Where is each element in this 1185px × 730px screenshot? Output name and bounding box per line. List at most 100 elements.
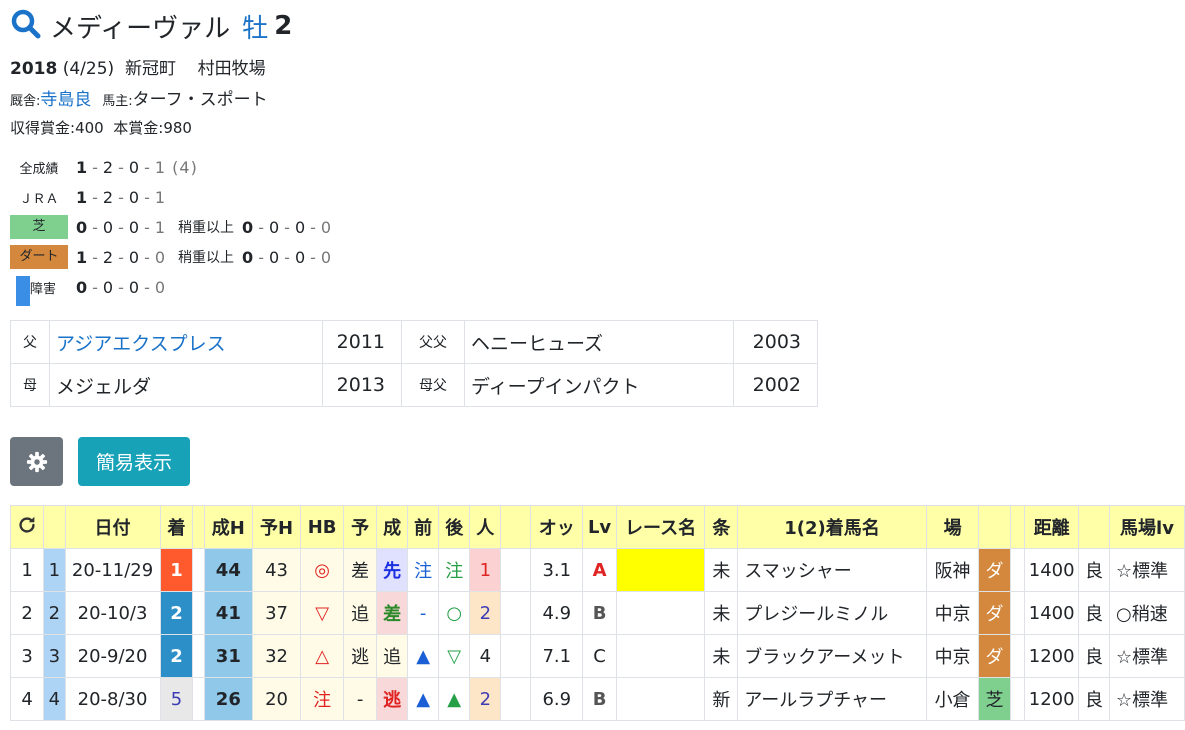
table-row[interactable]: 4 4 20-8/30 5 26 20 注 - 逃 ▲ ▲ 2 6.9 B 新 … (9, 677, 1185, 721)
record-3rd: 0 (128, 277, 141, 297)
record-values: 1-2-0-0 (76, 247, 167, 267)
hb-mark: 注 (300, 677, 345, 721)
record-row-dirt: ダート 1-2-0-0 稍重以上 0-0-0-0 (10, 243, 332, 271)
speed-index: 44 (203, 548, 253, 592)
col-header-pred[interactable]: 予 (343, 505, 378, 549)
race-date[interactable]: 20-9/20 (64, 634, 161, 678)
heavy-other: 0 (320, 217, 333, 237)
record-2nd: 0 (102, 217, 115, 237)
col-header-date[interactable]: 日付 (64, 505, 161, 549)
spacer-cell (500, 677, 532, 721)
front-mark: ▲ (407, 677, 440, 721)
course: 阪神 (925, 548, 980, 592)
race-name[interactable] (615, 548, 706, 592)
winner-name[interactable]: プレジールミノル (737, 591, 927, 635)
sire-link[interactable]: アジアエクスプレス (56, 333, 226, 355)
race-date[interactable]: 20-8/30 (64, 677, 161, 721)
record-3rd: 0 (128, 157, 141, 177)
dirt-label: ダート (10, 245, 68, 269)
run-style: 先 (376, 548, 409, 592)
col-header-pop[interactable]: 人 (469, 505, 502, 549)
popularity: 2 (469, 591, 502, 635)
settings-button[interactable] (10, 437, 63, 486)
hb-mark: △ (300, 634, 345, 678)
col-header-odds[interactable]: オッ (530, 505, 584, 549)
winner-name[interactable]: ブラックアーメット (737, 634, 927, 678)
front-mark: 注 (407, 548, 440, 592)
dam-sire-name: ディープインパクト (464, 363, 734, 407)
dam-name: メジェルダ (49, 363, 323, 407)
col-header-yh[interactable]: 予H (251, 505, 302, 549)
pred-index: 37 (251, 591, 302, 635)
spacer-cell (1009, 677, 1026, 721)
col-header-finish[interactable]: 着 (159, 505, 194, 549)
refresh-icon (19, 516, 35, 533)
race-name[interactable] (615, 634, 706, 678)
pred-index: 20 (251, 677, 302, 721)
col-header-lv[interactable]: Lv (582, 505, 617, 549)
finish-position: 5 (159, 677, 194, 721)
record-wins: 0 (76, 277, 89, 297)
table-row[interactable]: 1 1 20-11/29 1 44 43 ◎ 差 先 注 注 1 3.1 A 未… (9, 548, 1185, 592)
record-values: 0-0-0-1 (76, 217, 167, 237)
col-header-hb[interactable]: HB (300, 505, 345, 549)
col-header-surface (978, 505, 1011, 549)
record-wins: 0 (76, 217, 89, 237)
col-header-style[interactable]: 成 (376, 505, 409, 549)
col-header-index (43, 505, 66, 549)
course: 中京 (925, 591, 980, 635)
trainer-link[interactable]: 寺島良 (40, 90, 91, 110)
race-name[interactable] (615, 591, 706, 635)
results-table: 日付 着 成H 予H HB 予 成 前 後 人 オッ Lv レース名 条 1(2… (9, 505, 1185, 721)
spacer-cell (192, 677, 205, 721)
col-header-course[interactable]: 場 (925, 505, 980, 549)
col-header-cond[interactable]: 条 (704, 505, 739, 549)
race-date[interactable]: 20-10/3 (64, 591, 161, 635)
col-header-race[interactable]: レース名 (615, 505, 706, 549)
spacer-cell (500, 634, 532, 678)
speed-index: 31 (203, 634, 253, 678)
row-number: 1 (9, 548, 45, 592)
record-row-jra: ＪＲＡ 1-2-0-1 (10, 183, 166, 211)
col-header-winner[interactable]: 1(2)着馬名 (737, 505, 927, 549)
winner-name[interactable]: アールラプチャー (737, 677, 927, 721)
run-style: 追 (376, 634, 409, 678)
record-3rd: 0 (128, 217, 141, 237)
col-header-front[interactable]: 前 (407, 505, 440, 549)
search-icon[interactable] (10, 8, 42, 44)
col-header-back[interactable]: 後 (438, 505, 471, 549)
finish-position: 1 (159, 548, 194, 592)
col-header-sh[interactable]: 成H (203, 505, 253, 549)
record-row-all: 全成績 1-2-0-1 (4) (10, 153, 198, 181)
going-level: ☆標準 (1109, 677, 1185, 721)
odds: 4.9 (530, 591, 584, 635)
race-name[interactable] (615, 677, 706, 721)
dam-year: 2013 (322, 363, 402, 407)
pedigree-row-sire: 父 アジアエクスプレス 2011 父父 ヘニーヒューズ 2003 (10, 320, 818, 364)
horse-age: 2 (274, 11, 293, 41)
pedigree-table: 父 アジアエクスプレス 2011 父父 ヘニーヒューズ 2003 母 メジェルダ… (10, 320, 818, 407)
record-row-jump: 障害 0-0-0-0 (10, 273, 166, 306)
refresh-button[interactable] (9, 505, 45, 549)
odds: 3.1 (530, 548, 584, 592)
table-row[interactable]: 2 2 20-10/3 2 41 37 ▽ 追 差 - ○ 2 4.9 B 未 … (9, 591, 1185, 635)
run-style: 逃 (376, 677, 409, 721)
row-number: 2 (9, 591, 45, 635)
prize-info: 収得賞金:400 本賞金:980 (10, 117, 192, 138)
row-number: 4 (9, 677, 45, 721)
col-header-dist[interactable]: 距離 (1024, 505, 1079, 549)
simple-view-button[interactable]: 簡易表示 (78, 437, 190, 486)
spacer-cell (1009, 634, 1026, 678)
back-mark: 注 (438, 548, 471, 592)
record-row-turf: 芝 0-0-0-1 稍重以上 0-0-0-0 (10, 213, 332, 241)
col-header-going-lv[interactable]: 馬場lv (1109, 505, 1185, 549)
prize-label-2: 本賞金: (113, 119, 164, 137)
back-mark: ▲ (438, 677, 471, 721)
prize-value-1: 400 (75, 119, 104, 137)
row-index: 3 (43, 634, 66, 678)
race-date[interactable]: 20-11/29 (64, 548, 161, 592)
table-row[interactable]: 3 3 20-9/20 2 31 32 △ 逃 追 ▲ ▽ 4 7.1 C 未 … (9, 634, 1185, 678)
record-wins: 1 (76, 247, 89, 267)
jump-label-text: 障害 (30, 281, 57, 297)
winner-name[interactable]: スマッシャー (737, 548, 927, 592)
